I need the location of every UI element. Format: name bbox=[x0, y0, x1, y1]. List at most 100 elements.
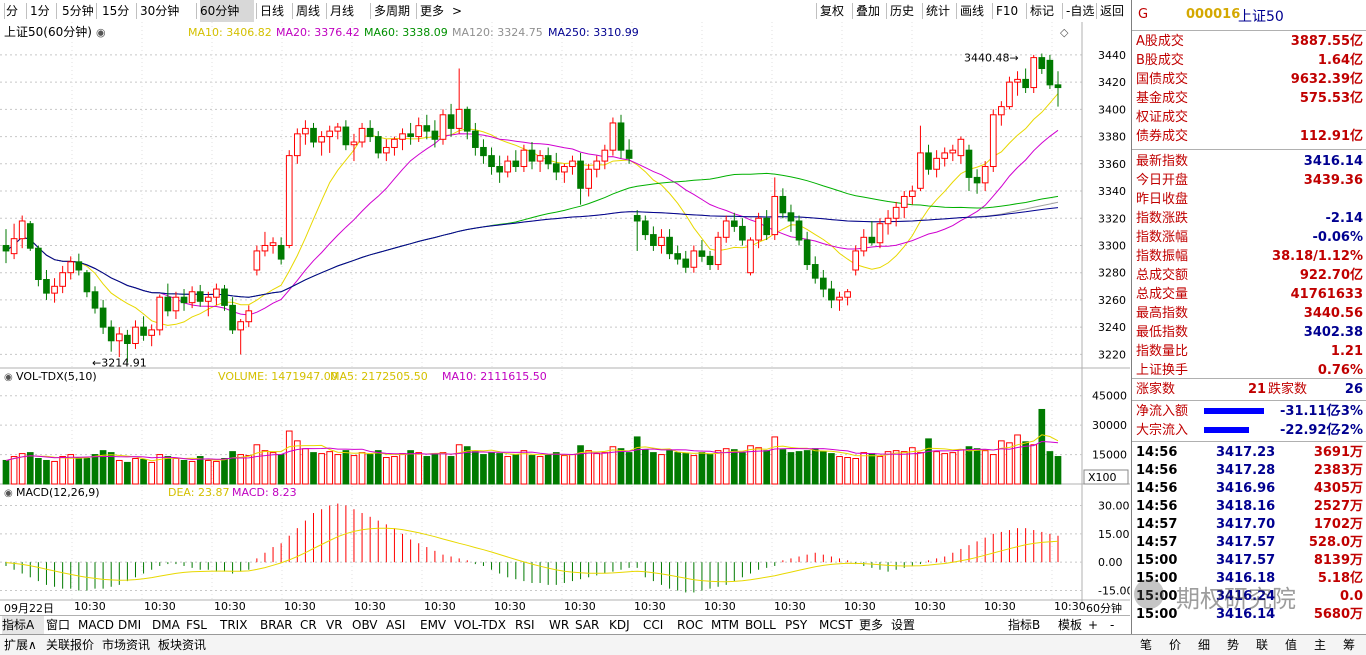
indicator-tab-18[interactable]: CCI bbox=[643, 616, 675, 634]
quote-panel: G 000016 上证50 A股成交 3887.55亿 B股成交 1.64亿 国债成交 9… bbox=[1131, 0, 1366, 634]
period-4[interactable]: 30分钟 bbox=[140, 0, 192, 22]
quote-view-button-5[interactable]: 值 bbox=[1277, 635, 1305, 655]
tick-row[interactable]: 14:56 3418.16 2527万 bbox=[1132, 498, 1366, 516]
price-axis-label: 3300 bbox=[1098, 239, 1126, 252]
chart-area[interactable]: 3440 3420 3400 3380 3360 3340 3320 3300 3280 3260… bbox=[0, 22, 1133, 604]
time-axis-label: 10:30 bbox=[704, 600, 736, 613]
indicator-tab-5[interactable]: FSL bbox=[186, 616, 218, 634]
indicator-tab-10[interactable]: OBV bbox=[352, 616, 384, 634]
quote-view-button-0[interactable]: 笔 bbox=[1132, 635, 1160, 655]
toolbar-btn-2[interactable]: 历史 bbox=[890, 0, 914, 22]
quote-view-button-2[interactable]: 细 bbox=[1190, 635, 1218, 655]
tick-row[interactable]: 14:57 3417.70 1702万 bbox=[1132, 516, 1366, 534]
quote-row-value: 1.64亿 bbox=[1317, 53, 1363, 68]
indicator-tab-14[interactable]: RSI bbox=[515, 616, 547, 634]
toolbar-btn-3[interactable]: 统计 bbox=[926, 0, 950, 22]
indicator-tab-19[interactable]: ROC bbox=[677, 616, 709, 634]
indicator-tab-13[interactable]: VOL-TDX bbox=[454, 616, 513, 634]
tick-row[interactable]: 14:56 3417.28 2383万 bbox=[1132, 462, 1366, 480]
indicator-tab-16[interactable]: SAR bbox=[575, 616, 607, 634]
indicator-right-1[interactable]: 模板 bbox=[1058, 616, 1082, 634]
period-7[interactable]: 周线 bbox=[296, 0, 326, 22]
toolbar-btn-1[interactable]: 叠加 bbox=[856, 0, 880, 22]
volume-bar bbox=[496, 453, 503, 485]
ma-label-0: MA10: 3406.82 bbox=[188, 26, 272, 39]
toolbar-btn-4[interactable]: 画线 bbox=[960, 0, 984, 22]
tick-row[interactable]: 14:57 3417.57 528.0万 bbox=[1132, 534, 1366, 552]
volume-bar bbox=[302, 448, 309, 485]
volume-bar bbox=[585, 450, 592, 485]
quote-view-button-1[interactable]: 价 bbox=[1161, 635, 1189, 655]
tick-row[interactable]: 15:00 3417.57 8139万 bbox=[1132, 552, 1366, 570]
more-chevron-icon[interactable]: > bbox=[452, 0, 462, 22]
indicator-tab-25[interactable]: 设置 bbox=[891, 616, 921, 634]
tick-row[interactable]: 14:56 3417.23 3691万 bbox=[1132, 444, 1366, 462]
indicator-right-3[interactable]: - bbox=[1110, 616, 1114, 634]
flow-bar bbox=[1204, 427, 1249, 433]
indicator-right-0[interactable]: 指标B bbox=[1008, 616, 1040, 634]
quote-view-button-7[interactable]: 筹 bbox=[1335, 635, 1363, 655]
bottom-tab-2[interactable]: 市场资讯 bbox=[102, 635, 150, 655]
indicator-tab-7[interactable]: BRAR bbox=[260, 616, 298, 634]
volume-bar bbox=[836, 456, 843, 485]
indicator-tab-12[interactable]: EMV bbox=[420, 616, 452, 634]
indicator-tab-8[interactable]: CR bbox=[300, 616, 324, 634]
bottom-tab-0[interactable]: 扩展∧ bbox=[4, 635, 37, 655]
quote-view-button-4[interactable]: 联 bbox=[1248, 635, 1276, 655]
period-3[interactable]: 15分钟 bbox=[102, 0, 140, 40]
period-6[interactable]: 日线 bbox=[260, 0, 292, 22]
indicator-tab-9[interactable]: VR bbox=[326, 616, 350, 634]
quote-row-label: 最高指数 bbox=[1136, 306, 1189, 321]
toolbar-btn-8[interactable]: 返回 bbox=[1100, 0, 1124, 22]
quote-header: G 000016 上证50 bbox=[1132, 0, 1366, 31]
toolbar-btn-5[interactable]: F10 bbox=[996, 0, 1018, 22]
down-count-value: 26 bbox=[1344, 382, 1363, 397]
indicator-right-2[interactable]: + bbox=[1088, 616, 1098, 634]
bottom-tab-1[interactable]: 关联报价 bbox=[46, 635, 94, 655]
indicator-tab-22[interactable]: PSY bbox=[785, 616, 817, 634]
tick-volume: 2383万 bbox=[1313, 463, 1363, 478]
period-0[interactable]: 分时 bbox=[6, 0, 26, 40]
period-2[interactable]: 5分钟 bbox=[62, 0, 98, 22]
period-9[interactable]: 多周期 bbox=[374, 0, 414, 22]
bottom-tab-3[interactable]: 板块资讯 bbox=[158, 635, 206, 655]
indicator-tab-0[interactable]: 指标A bbox=[2, 616, 44, 634]
indicator-tab-21[interactable]: BOLL bbox=[745, 616, 783, 634]
indicator-tab-6[interactable]: TRIX bbox=[220, 616, 258, 634]
quote-row: 今日开盘 3439.36 bbox=[1132, 171, 1366, 190]
volume-bar bbox=[989, 454, 997, 485]
toolbar-btn-6[interactable]: 标记 bbox=[1030, 0, 1054, 22]
indicator-tab-2[interactable]: MACD bbox=[78, 616, 116, 634]
kline-chart-svg[interactable]: 3440 3420 3400 3380 3360 3340 3320 3300 3280 3260… bbox=[0, 22, 1133, 604]
quote-view-button-3[interactable]: 势 bbox=[1219, 635, 1247, 655]
toolbar-separator bbox=[852, 3, 853, 19]
quote-view-button-6[interactable]: 主 bbox=[1306, 635, 1334, 655]
indicator-tab-20[interactable]: MTM bbox=[711, 616, 743, 634]
indicator-tab-3[interactable]: DMI bbox=[118, 616, 150, 634]
indicator-tab-17[interactable]: KDJ bbox=[609, 616, 641, 634]
candle bbox=[747, 237, 754, 276]
tick-row[interactable]: 14:56 3416.96 4305万 bbox=[1132, 480, 1366, 498]
indicator-tab-15[interactable]: WR bbox=[549, 616, 573, 634]
time-axis-label: 10:30 bbox=[844, 600, 876, 613]
indicator-tab-23[interactable]: MCST bbox=[819, 616, 857, 634]
indicator-tab-11[interactable]: ASI bbox=[386, 616, 418, 634]
volume-bar bbox=[650, 452, 657, 485]
indicator-tab-4[interactable]: DMA bbox=[152, 616, 184, 634]
indicator-tab-24[interactable]: 更多 bbox=[859, 616, 889, 634]
candle bbox=[26, 220, 34, 251]
toolbar-btn-7[interactable]: -自选 bbox=[1066, 0, 1094, 22]
dea-label: DEA: 23.87 bbox=[168, 486, 229, 499]
tick-volume: 1702万 bbox=[1313, 517, 1363, 532]
candle bbox=[609, 117, 617, 156]
period-5[interactable]: 60分钟 bbox=[200, 0, 254, 22]
period-1[interactable]: 1分钟 bbox=[30, 0, 58, 40]
main-chart-title: 上证50(60分钟) bbox=[4, 24, 92, 39]
flow-row: 大宗流入 -22.92亿 -2% bbox=[1132, 421, 1366, 440]
toolbar-btn-0[interactable]: 复权 bbox=[820, 0, 844, 22]
volume-bar bbox=[245, 455, 253, 485]
indicator-tab-1[interactable]: 窗口 bbox=[46, 616, 76, 634]
settings-icon: ◉ bbox=[96, 26, 106, 39]
period-10[interactable]: 更多 bbox=[420, 0, 456, 22]
period-8[interactable]: 月线 bbox=[330, 0, 370, 22]
